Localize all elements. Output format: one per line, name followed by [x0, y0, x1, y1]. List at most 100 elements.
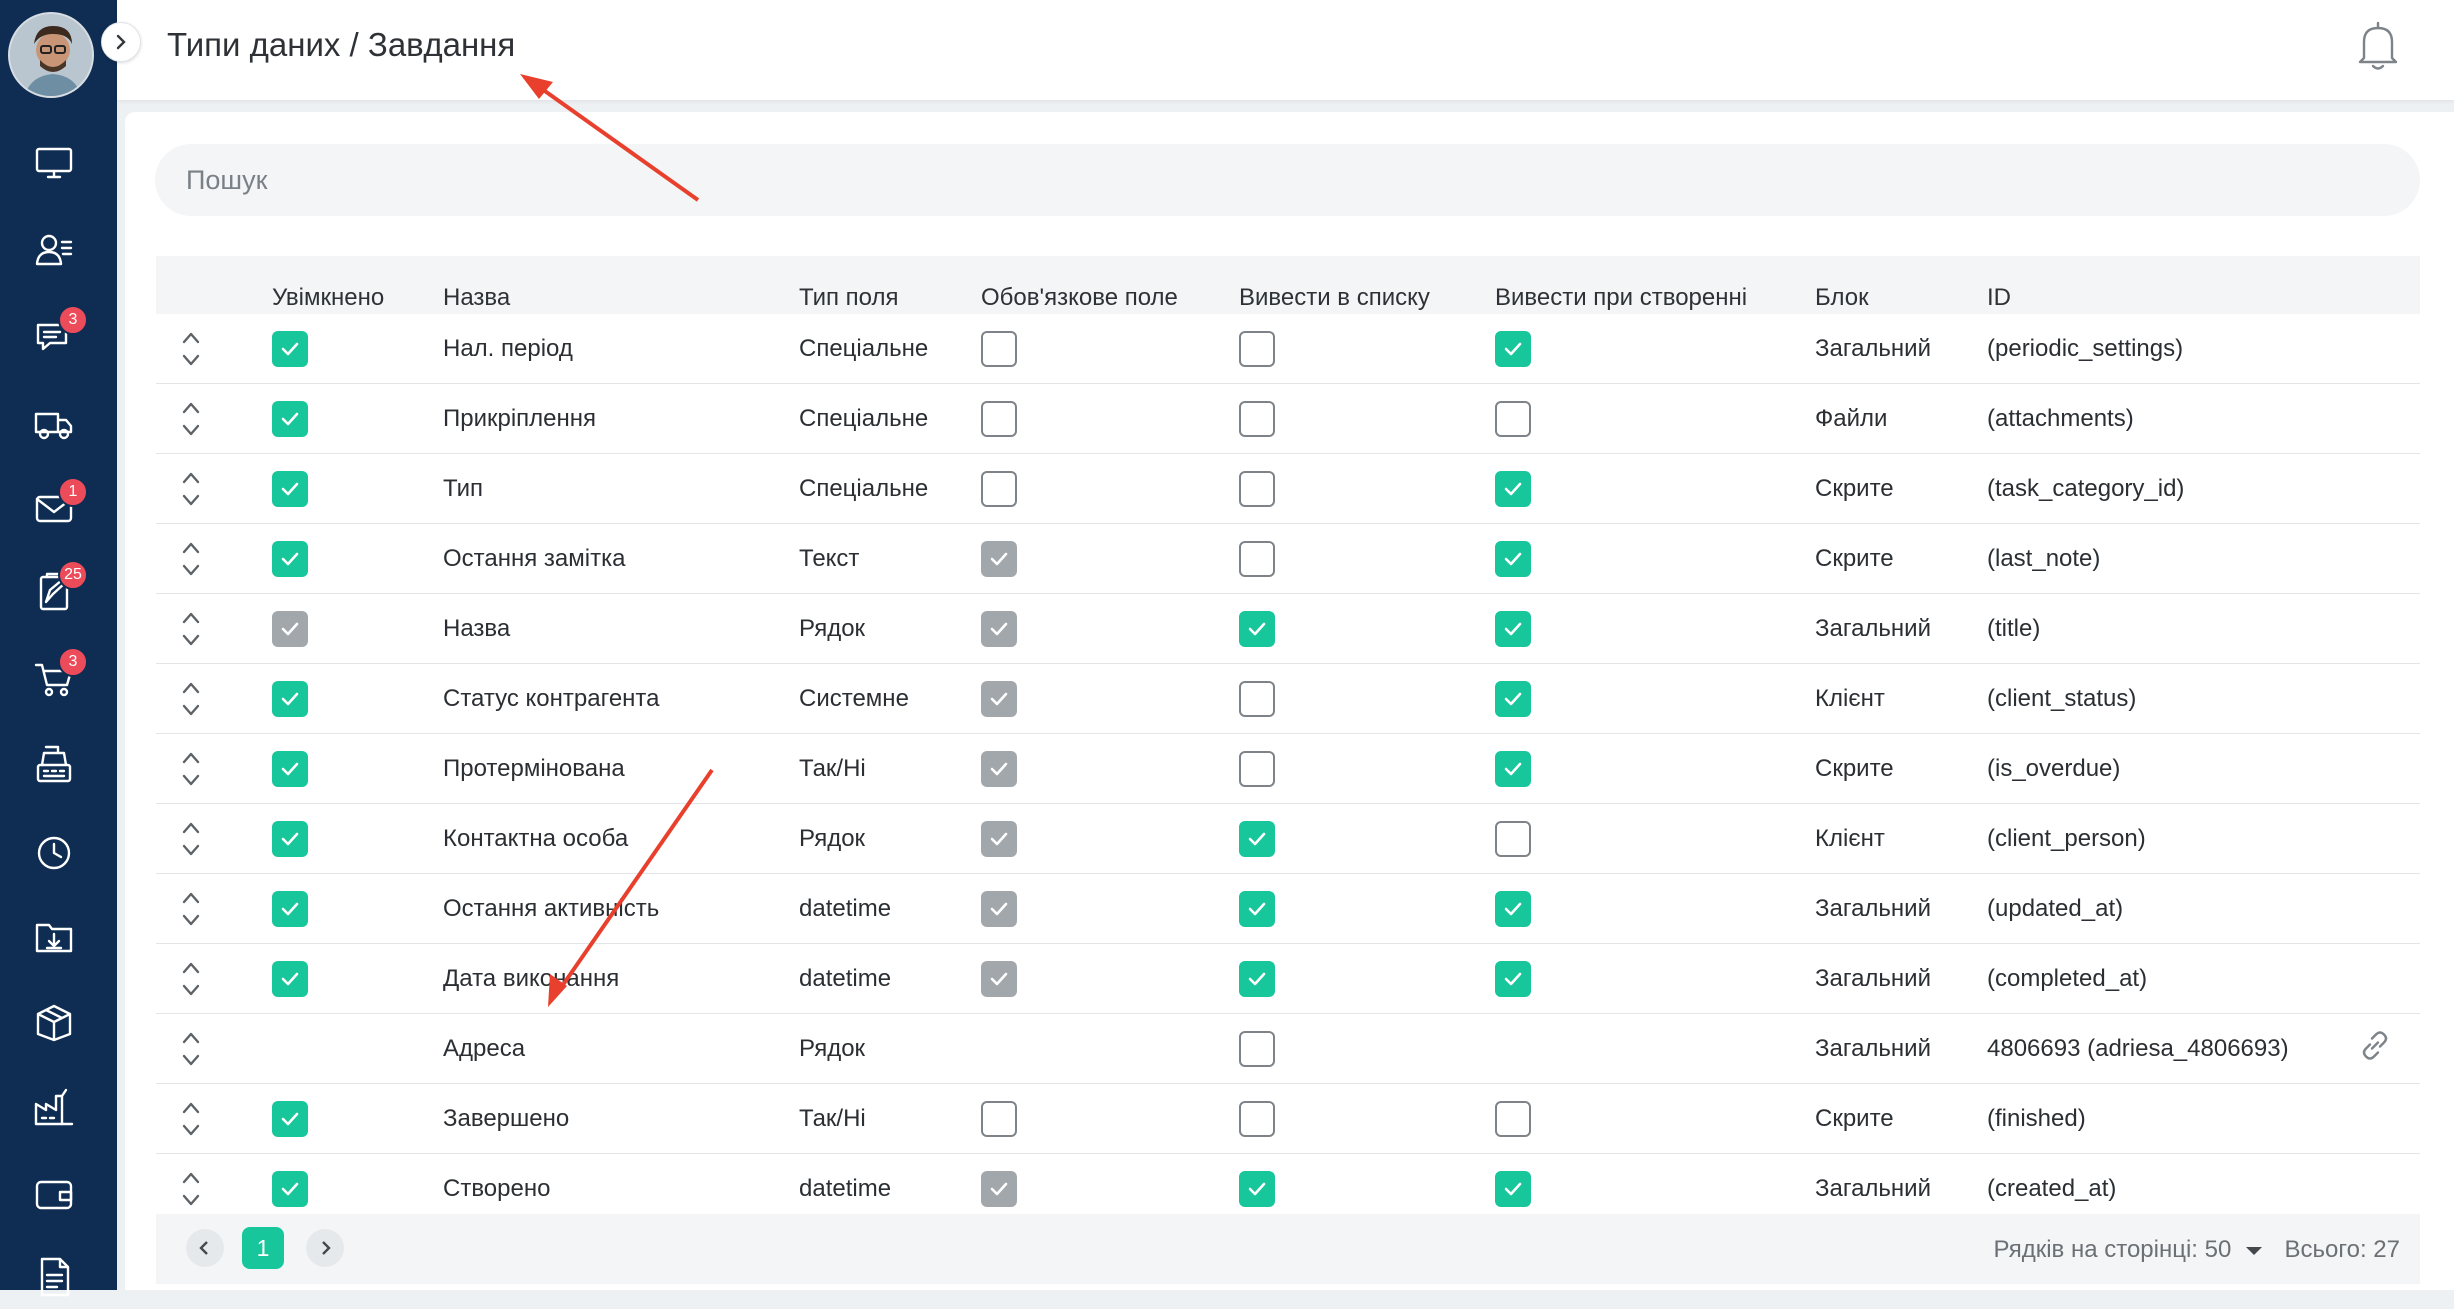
- required-checkbox[interactable]: [981, 331, 1017, 367]
- table-row[interactable]: Контактна особаРядокКлієнт(client_person…: [156, 804, 2420, 874]
- in-list-checkbox[interactable]: [1239, 751, 1275, 787]
- enabled-checkbox[interactable]: [272, 331, 308, 367]
- column-header-on-create[interactable]: Вивести при створенні: [1495, 284, 1747, 312]
- enabled-checkbox[interactable]: [272, 1101, 308, 1137]
- drag-handle[interactable]: [181, 679, 201, 719]
- sidebar-item-contacts[interactable]: [22, 218, 86, 282]
- required-checkbox[interactable]: [981, 1101, 1017, 1137]
- table-row[interactable]: Нал. періодСпеціальнеЗагальний(periodic_…: [156, 314, 2420, 384]
- in-list-checkbox[interactable]: [1239, 1031, 1275, 1067]
- on-create-checkbox[interactable]: [1495, 1101, 1531, 1137]
- enabled-checkbox[interactable]: [272, 401, 308, 437]
- sidebar-item-wallet[interactable]: [22, 1162, 86, 1226]
- enabled-checkbox[interactable]: [272, 751, 308, 787]
- drag-handle[interactable]: [181, 889, 201, 929]
- sidebar-item-cash-register[interactable]: [22, 733, 86, 797]
- drag-handle[interactable]: [181, 399, 201, 439]
- on-create-checkbox[interactable]: [1495, 401, 1531, 437]
- on-create-checkbox[interactable]: [1495, 891, 1531, 927]
- sidebar-item-clock[interactable]: [22, 820, 86, 884]
- drag-handle[interactable]: [181, 959, 201, 999]
- sidebar-item-truck[interactable]: [22, 392, 86, 456]
- enabled-checkbox[interactable]: [272, 891, 308, 927]
- user-avatar[interactable]: [8, 12, 94, 98]
- table-row[interactable]: НазваРядокЗагальний(title): [156, 594, 2420, 664]
- in-list-checkbox[interactable]: [1239, 961, 1275, 997]
- column-header-required[interactable]: Обов'язкове поле: [981, 284, 1178, 312]
- sidebar-item-tasks[interactable]: 25: [22, 560, 86, 624]
- enabled-checkbox[interactable]: [272, 681, 308, 717]
- column-header-name[interactable]: Назва: [443, 284, 510, 312]
- in-list-checkbox[interactable]: [1239, 1171, 1275, 1207]
- enabled-checkbox[interactable]: [272, 541, 308, 577]
- next-page-button[interactable]: [306, 1229, 344, 1267]
- table-row[interactable]: ПротермінованаТак/НіСкрите(is_overdue): [156, 734, 2420, 804]
- sidebar-item-monitor[interactable]: [22, 131, 86, 195]
- on-create-checkbox[interactable]: [1495, 1171, 1531, 1207]
- sidebar-toggle-button[interactable]: [101, 22, 141, 62]
- table-row[interactable]: ТипСпеціальнеСкрите(task_category_id): [156, 454, 2420, 524]
- column-header-in-list[interactable]: Вивести в списку: [1239, 284, 1430, 312]
- drag-handle[interactable]: [181, 1099, 201, 1139]
- drag-handle[interactable]: [181, 539, 201, 579]
- on-create-checkbox[interactable]: [1495, 541, 1531, 577]
- in-list-checkbox[interactable]: [1239, 891, 1275, 927]
- column-header-id[interactable]: ID: [1987, 284, 2011, 312]
- drag-handle[interactable]: [181, 609, 201, 649]
- table-row[interactable]: Остання заміткаТекстСкрите(last_note): [156, 524, 2420, 594]
- on-create-checkbox[interactable]: [1495, 681, 1531, 717]
- in-list-checkbox[interactable]: [1239, 471, 1275, 507]
- sidebar-item-mail[interactable]: 1: [22, 477, 86, 541]
- table-row[interactable]: Остання активністьdatetimeЗагальний(upda…: [156, 874, 2420, 944]
- enabled-checkbox[interactable]: [272, 961, 308, 997]
- sidebar-item-document[interactable]: [22, 1245, 86, 1309]
- link-button[interactable]: [2358, 1028, 2392, 1069]
- on-create-checkbox[interactable]: [1495, 751, 1531, 787]
- column-header-type[interactable]: Тип поля: [799, 284, 899, 312]
- on-create-checkbox[interactable]: [1495, 821, 1531, 857]
- wallet-icon: [32, 1172, 76, 1216]
- enabled-checkbox[interactable]: [272, 1171, 308, 1207]
- drag-handle[interactable]: [181, 469, 201, 509]
- sidebar-item-factory[interactable]: [22, 1076, 86, 1140]
- required-checkbox[interactable]: [981, 401, 1017, 437]
- sidebar-item-box[interactable]: [22, 990, 86, 1054]
- drag-handle[interactable]: [181, 749, 201, 789]
- drag-handle[interactable]: [181, 329, 201, 369]
- on-create-checkbox[interactable]: [1495, 611, 1531, 647]
- on-create-checkbox[interactable]: [1495, 471, 1531, 507]
- required-checkbox[interactable]: [981, 471, 1017, 507]
- prev-page-button[interactable]: [186, 1229, 224, 1267]
- search-input[interactable]: [155, 144, 2420, 216]
- in-list-checkbox[interactable]: [1239, 331, 1275, 367]
- field-block: Загальний: [1815, 1035, 1931, 1063]
- on-create-checkbox[interactable]: [1495, 331, 1531, 367]
- table-row[interactable]: Статус контрагентаСистемнеКлієнт(client_…: [156, 664, 2420, 734]
- drag-handle[interactable]: [181, 1169, 201, 1209]
- in-list-checkbox[interactable]: [1239, 541, 1275, 577]
- in-list-checkbox[interactable]: [1239, 1101, 1275, 1137]
- drag-handle[interactable]: [181, 819, 201, 859]
- in-list-checkbox[interactable]: [1239, 821, 1275, 857]
- column-header-block[interactable]: Блок: [1815, 284, 1869, 312]
- in-list-checkbox[interactable]: [1239, 611, 1275, 647]
- on-create-checkbox[interactable]: [1495, 961, 1531, 997]
- drag-handle[interactable]: [181, 1029, 201, 1069]
- sidebar-item-folder-download[interactable]: [22, 905, 86, 969]
- field-name: Контактна особа: [443, 825, 628, 853]
- enabled-checkbox[interactable]: [272, 821, 308, 857]
- table-row[interactable]: Дата виконанняdatetimeЗагальний(complete…: [156, 944, 2420, 1014]
- page-1-button[interactable]: 1: [242, 1227, 284, 1269]
- enabled-checkbox[interactable]: [272, 471, 308, 507]
- rows-per-page-select[interactable]: Рядків на сторінці: 50: [1993, 1236, 2264, 1264]
- sidebar-item-chat[interactable]: 3: [22, 305, 86, 369]
- in-list-checkbox[interactable]: [1239, 401, 1275, 437]
- table-row[interactable]: ПрикріпленняСпеціальнеФайли(attachments): [156, 384, 2420, 454]
- field-name: Остання замітка: [443, 545, 625, 573]
- in-list-checkbox[interactable]: [1239, 681, 1275, 717]
- notifications-button[interactable]: [2354, 20, 2402, 72]
- column-header-enabled[interactable]: Увімкнено: [272, 284, 384, 312]
- table-row[interactable]: ЗавершеноТак/НіСкрите(finished): [156, 1084, 2420, 1154]
- table-row[interactable]: АдресаРядокЗагальний4806693 (adriesa_480…: [156, 1014, 2420, 1084]
- sidebar-item-cart[interactable]: 3: [22, 647, 86, 711]
